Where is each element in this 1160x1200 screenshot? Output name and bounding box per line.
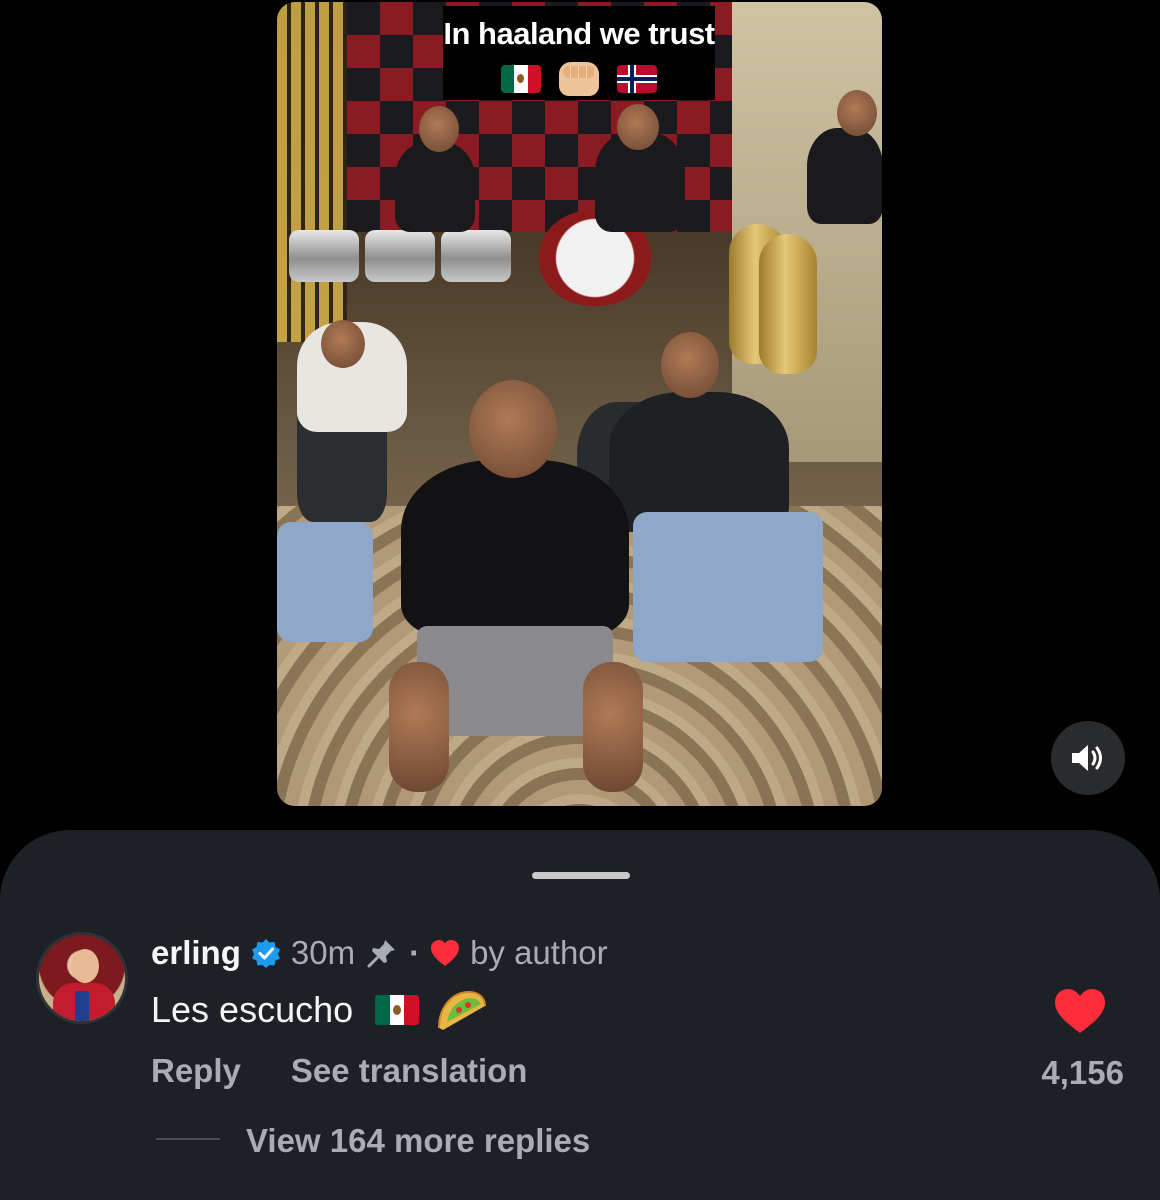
comment-text: Les escucho (151, 989, 354, 1030)
view-more-replies-button[interactable]: View 164 more replies (246, 1122, 590, 1160)
musician-legs (277, 522, 373, 642)
comments-sheet: erling 30m · by author Les escucho Reply… (0, 830, 1160, 1200)
wall-foam-panel (277, 2, 347, 342)
musician (807, 128, 882, 224)
screen: In haaland we trust erling 30m · by auth… (0, 0, 1160, 1200)
caption-emojis (443, 62, 715, 96)
fist-bump-icon (559, 62, 599, 96)
musician-head (617, 104, 659, 150)
singer-head (469, 380, 557, 478)
replies-divider (156, 1138, 220, 1140)
comment-username[interactable]: erling (151, 934, 241, 972)
taco-icon (438, 990, 487, 1030)
speaker-glyph (1072, 745, 1102, 771)
musician-head (837, 90, 877, 136)
like-heart-icon[interactable] (1054, 988, 1106, 1034)
video-player[interactable]: In haaland we trust (277, 2, 882, 806)
speaker-on-icon[interactable] (1051, 721, 1125, 795)
comment-header: erling 30m · by author (151, 934, 608, 972)
singer-leg (389, 662, 449, 792)
verified-badge-icon (251, 939, 280, 968)
singer (401, 460, 629, 636)
musician-legs (633, 512, 823, 662)
sheet-grabber[interactable] (532, 872, 630, 879)
timbal-drum (289, 230, 359, 282)
avatar-face (71, 949, 99, 983)
caption-text: In haaland we trust (443, 16, 715, 51)
timbal-drum (441, 230, 511, 282)
musician-head (661, 332, 719, 398)
pin-icon (367, 940, 396, 968)
mexico-flag-icon (501, 65, 541, 93)
conga-drum (759, 234, 817, 374)
comment-time: 30m (290, 934, 356, 971)
author-heart-icon (431, 940, 460, 966)
clarinet-player (609, 392, 789, 532)
mexico-flag-icon (375, 995, 420, 1025)
separator-dot: · (409, 934, 421, 971)
comment-actions: Reply See translation (151, 1052, 527, 1090)
comment-body: Les escucho (151, 988, 487, 1032)
timbal-drum (365, 230, 435, 282)
avatar-shirt (53, 983, 115, 1021)
video-caption: In haaland we trust (443, 6, 715, 100)
norway-flag-icon (617, 65, 657, 93)
liked-by-author-label: by author (470, 934, 608, 971)
see-translation-button[interactable]: See translation (291, 1052, 528, 1090)
musician-head (419, 106, 459, 152)
musician-head (321, 320, 365, 368)
reply-button[interactable]: Reply (151, 1052, 241, 1090)
like-count: 4,156 (1041, 1054, 1124, 1091)
singer-leg (583, 662, 643, 792)
musician (395, 142, 475, 232)
avatar[interactable] (36, 932, 128, 1024)
